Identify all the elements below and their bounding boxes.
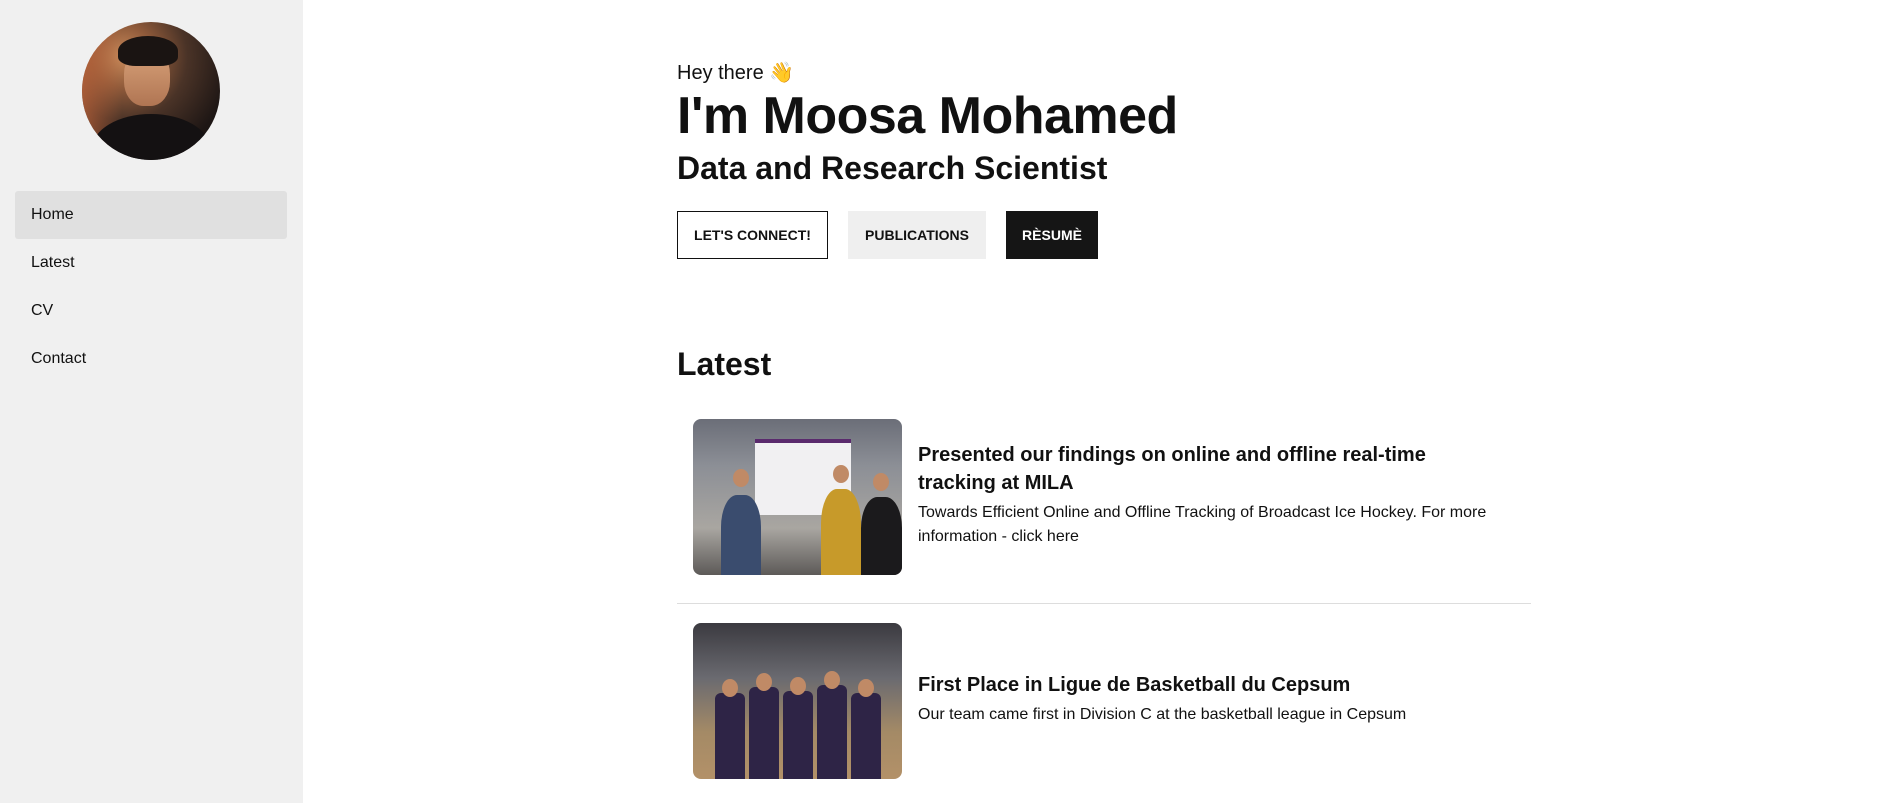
- post-text: Presented our findings on online and off…: [918, 441, 1501, 549]
- post-title[interactable]: Presented our findings on online and off…: [918, 441, 1501, 497]
- page-title: I'm Moosa Mohamed: [677, 87, 1178, 145]
- post-text: First Place in Ligue de Basketball du Ce…: [918, 671, 1501, 727]
- connect-button[interactable]: LET'S CONNECT!: [677, 211, 828, 259]
- hero-buttons: LET'S CONNECT! PUBLICATIONS RÈSUMÈ: [677, 211, 1098, 259]
- latest-heading: Latest: [677, 346, 772, 382]
- post-description: Towards Efficient Online and Offline Tra…: [918, 504, 1487, 545]
- sidebar-nav: Home Latest CV Contact: [15, 191, 287, 383]
- post-card[interactable]: Presented our findings on online and off…: [677, 399, 1531, 604]
- post-card[interactable]: First Place in Ligue de Basketball du Ce…: [677, 599, 1531, 803]
- sidebar-item-latest[interactable]: Latest: [15, 239, 287, 287]
- sidebar: Home Latest CV Contact: [0, 0, 303, 803]
- post-image[interactable]: [693, 623, 902, 779]
- sidebar-item-home[interactable]: Home: [15, 191, 287, 239]
- sidebar-item-cv[interactable]: CV: [15, 287, 287, 335]
- post-title[interactable]: First Place in Ligue de Basketball du Ce…: [918, 671, 1501, 699]
- sidebar-item-contact[interactable]: Contact: [15, 335, 287, 383]
- resume-button[interactable]: RÈSUMÈ: [1006, 211, 1098, 259]
- greeting-text: Hey there 👋: [677, 62, 795, 84]
- post-description: Our team came first in Division C at the…: [918, 706, 1407, 723]
- profile-avatar: [82, 22, 220, 160]
- publications-button[interactable]: PUBLICATIONS: [848, 211, 986, 259]
- role-subtitle: Data and Research Scientist: [677, 150, 1108, 186]
- post-image[interactable]: [693, 419, 902, 575]
